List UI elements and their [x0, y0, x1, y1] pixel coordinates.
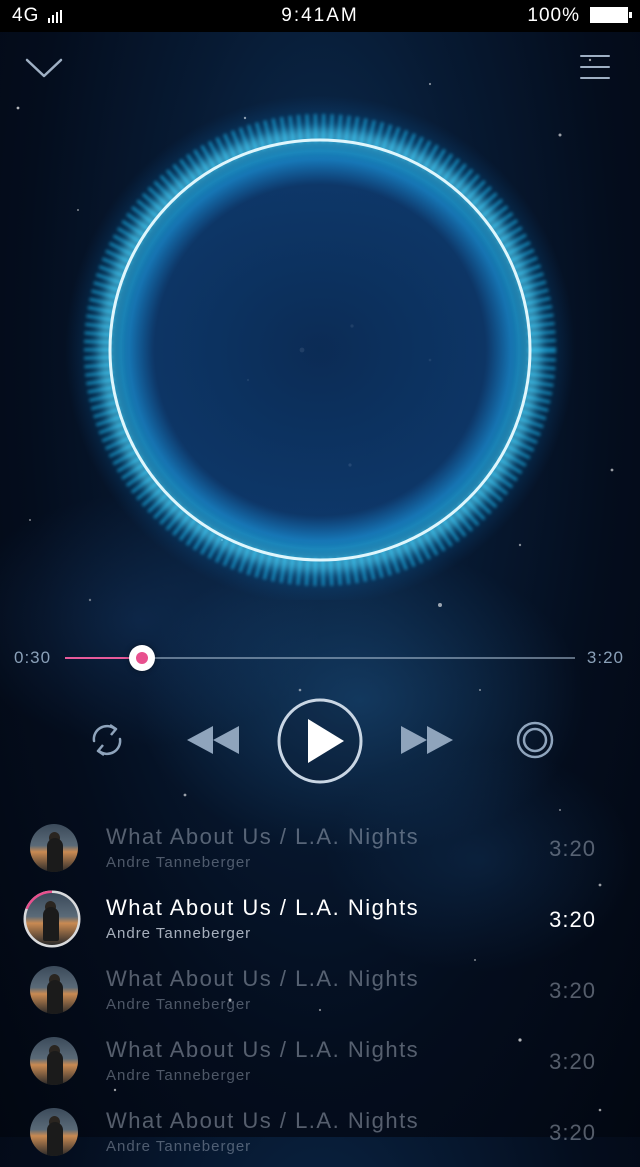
repeat-button[interactable]	[86, 719, 128, 761]
track-duration: 3:20	[549, 978, 596, 1003]
next-button[interactable]	[400, 724, 454, 756]
total-time: 3:20	[586, 648, 624, 667]
track-artist: Andre Tanneberger	[106, 996, 252, 1013]
repeat-icon	[92, 723, 122, 757]
track-duration: 3:20	[549, 1049, 596, 1074]
disc-button[interactable]	[514, 719, 556, 761]
battery-percent: 100%	[527, 5, 580, 26]
artist-avatar	[26, 893, 78, 945]
playlist-item-active[interactable]: What About Us / L.A. Nights Andre Tanneb…	[0, 883, 640, 954]
track-duration: 3:20	[549, 1120, 596, 1145]
track-artist: Andre Tanneberger	[106, 925, 252, 942]
playlist-item[interactable]: What About Us / L.A. Nights Andre Tanneb…	[0, 954, 640, 1025]
artist-avatar	[30, 1037, 78, 1085]
progress-thumb[interactable]	[128, 645, 155, 671]
artist-avatar	[30, 966, 78, 1014]
track-duration: 3:20	[549, 907, 596, 932]
chevron-down-icon	[25, 58, 63, 78]
playlist-item[interactable]: What About Us / L.A. Nights Andre Tanneb…	[0, 1096, 640, 1167]
playlist-item[interactable]: What About Us / L.A. Nights Andre Tanneb…	[0, 812, 640, 883]
artist-avatar	[30, 824, 78, 872]
status-bar: 4G 9:41AM 100%	[0, 0, 640, 32]
menu-icon	[580, 55, 610, 79]
track-title: What About Us / L.A. Nights	[106, 1037, 420, 1062]
collapse-button[interactable]	[24, 52, 64, 82]
playlist: What About Us / L.A. Nights Andre Tanneb…	[0, 812, 640, 1167]
rewind-icon	[187, 726, 239, 754]
menu-button[interactable]	[578, 52, 612, 82]
play-icon	[277, 698, 363, 784]
elapsed-time: 0:30	[14, 648, 52, 667]
track-title: What About Us / L.A. Nights	[106, 824, 420, 849]
artist-avatar	[30, 1108, 78, 1156]
track-artist: Andre Tanneberger	[106, 1067, 252, 1084]
track-title: What About Us / L.A. Nights	[106, 966, 420, 991]
track-artist: Andre Tanneberger	[106, 854, 252, 871]
album-art-ring	[65, 95, 575, 600]
track-artist: Andre Tanneberger	[106, 1138, 252, 1155]
play-button[interactable]	[276, 697, 364, 785]
track-title: What About Us / L.A. Nights	[106, 895, 420, 920]
playlist-item[interactable]: What About Us / L.A. Nights Andre Tanneb…	[0, 1025, 640, 1096]
track-title: What About Us / L.A. Nights	[106, 1108, 420, 1133]
track-duration: 3:20	[549, 836, 596, 861]
battery-icon	[590, 7, 632, 23]
disc-icon	[516, 721, 554, 759]
fast-forward-icon	[401, 726, 453, 754]
progress-bar[interactable]	[65, 645, 575, 671]
previous-button[interactable]	[186, 724, 240, 756]
